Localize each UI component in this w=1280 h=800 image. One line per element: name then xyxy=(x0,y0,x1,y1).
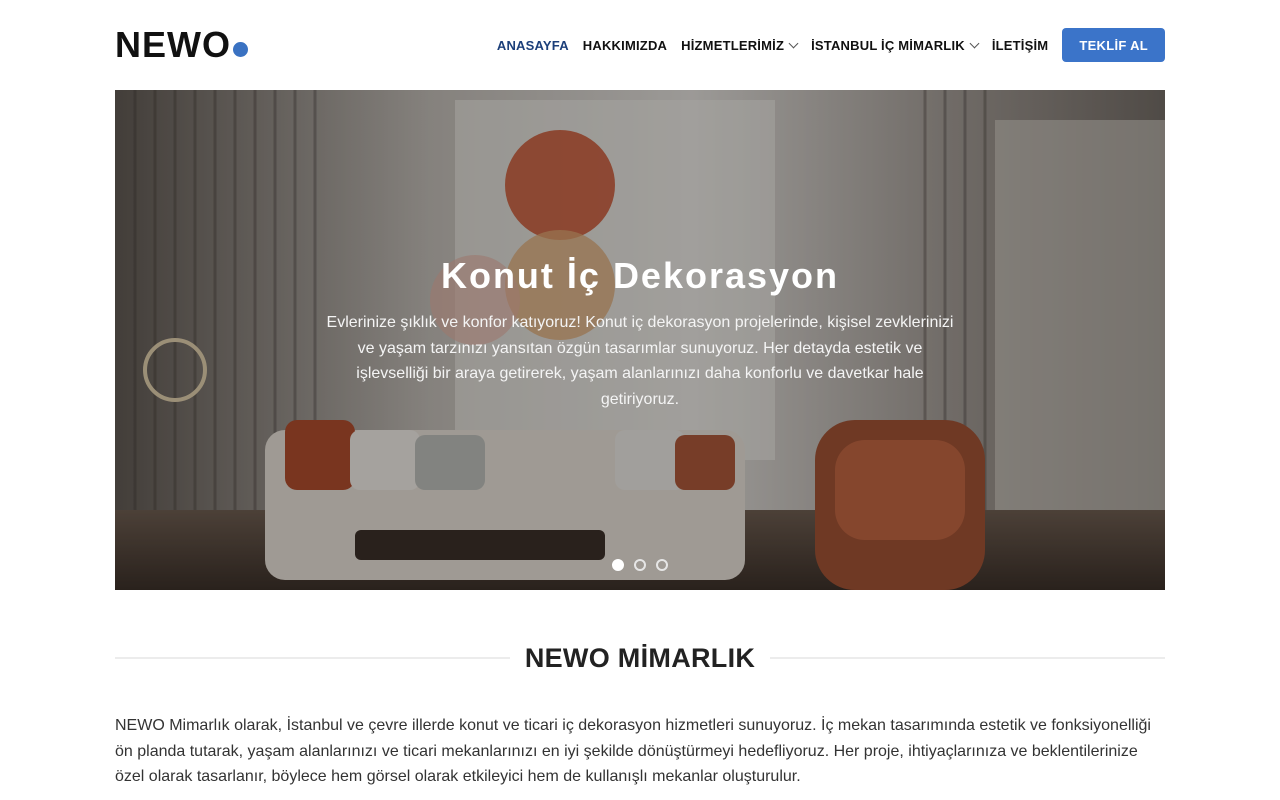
nav-item-label: İSTANBUL İÇ MİMARLIK xyxy=(811,37,965,53)
divider-right xyxy=(770,657,1165,659)
logo-dot xyxy=(233,42,248,57)
section-heading: NEWO MİMARLIK xyxy=(115,640,1165,676)
nav-item-label: İLETİŞİM xyxy=(991,37,1049,53)
site-header: NEWO ANASAYFA HAKKIMIZDA HİZMETLERİMİZ İ… xyxy=(0,0,1280,90)
slider-dots xyxy=(115,559,1165,571)
hero-slider[interactable]: Konut İç Dekorasyon Evlerinize şıklık ve… xyxy=(115,90,1165,590)
site-logo[interactable]: NEWO xyxy=(115,27,248,63)
nav-item-label: ANASAYFA xyxy=(496,37,569,53)
teklif-al-button[interactable]: TEKLİF AL xyxy=(1062,28,1165,62)
nav-item-label: HİZMETLERİMİZ xyxy=(681,37,785,53)
nav-item-label: HAKKIMIZDA xyxy=(582,37,668,53)
nav-item-anasayfa[interactable]: ANASAYFA xyxy=(497,38,569,53)
nav-item-iletisim[interactable]: İLETİŞİM xyxy=(992,38,1049,53)
nav-item-hakkimizda[interactable]: HAKKIMIZDA xyxy=(583,38,667,53)
hero-title: Konut İç Dekorasyon xyxy=(440,255,840,296)
section-title: NEWO MİMARLIK xyxy=(524,642,756,673)
hero-description: Evlerinize şıklık ve konfor katıyoruz! K… xyxy=(326,314,954,408)
chevron-down-icon xyxy=(969,38,980,48)
slider-dot-2[interactable] xyxy=(634,559,646,571)
slider-dot-3[interactable] xyxy=(656,559,668,571)
main-nav: ANASAYFA HAKKIMIZDA HİZMETLERİMİZ İSTANB… xyxy=(483,28,1165,62)
divider-left xyxy=(115,657,510,659)
nav-item-istanbul-ic-mimarlik[interactable]: İSTANBUL İÇ MİMARLIK xyxy=(811,37,980,53)
nav-item-hizmetlerimiz[interactable]: HİZMETLERİMİZ xyxy=(681,37,799,53)
about-text: NEWO Mimarlık olarak, İstanbul ve çevre … xyxy=(115,717,1151,785)
slider-dot-1[interactable] xyxy=(612,559,624,571)
logo-text: NEWO xyxy=(115,24,231,65)
chevron-down-icon xyxy=(788,38,799,48)
